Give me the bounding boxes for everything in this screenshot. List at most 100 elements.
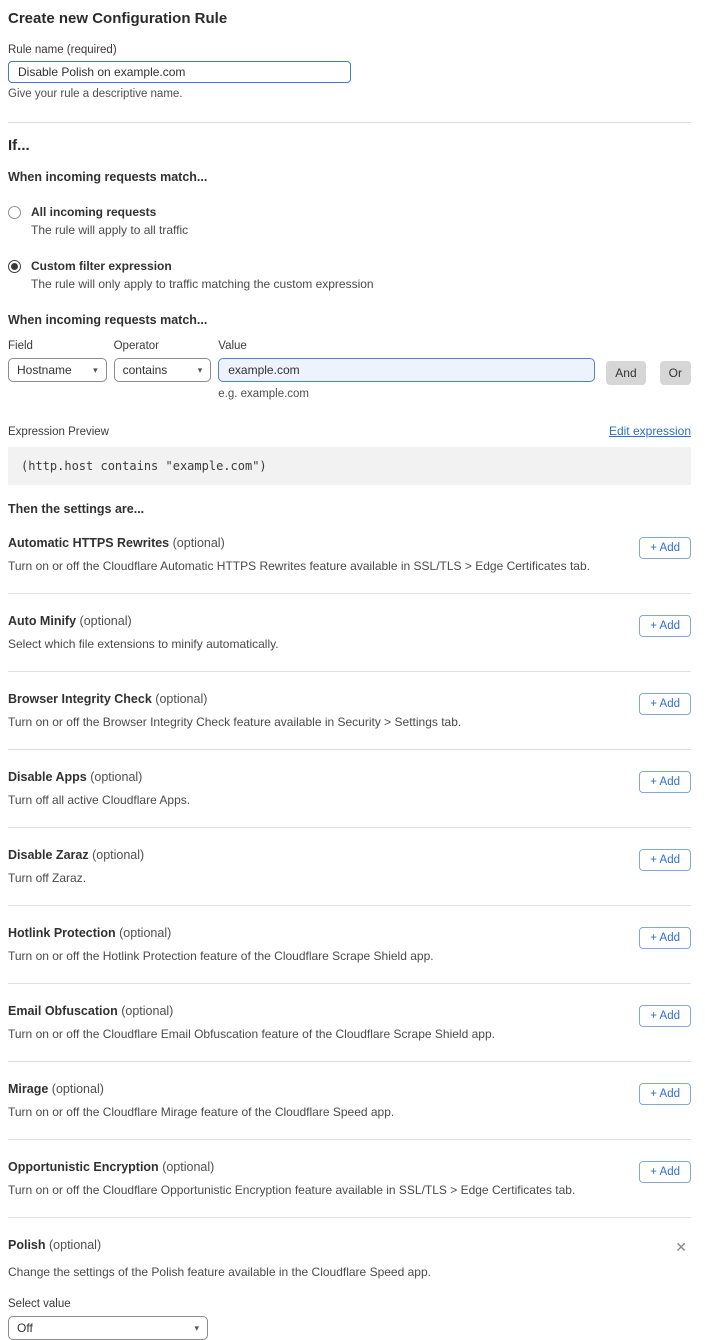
field-label: Field	[8, 340, 107, 352]
divider	[8, 593, 691, 594]
radio-label: Custom filter expression	[31, 259, 374, 273]
setting-optional-tag: (optional)	[80, 614, 132, 628]
setting-name: Automatic HTTPS Rewrites	[8, 536, 169, 550]
operator-select[interactable]: contains ▾	[114, 358, 212, 382]
add-setting-button[interactable]: + Add	[639, 771, 691, 793]
radio-custom-filter-expression[interactable]: Custom filter expression The rule will o…	[8, 259, 691, 291]
divider	[8, 905, 691, 906]
then-settings-heading: Then the settings are...	[8, 502, 691, 516]
setting-row-hotlink-protection: Hotlink Protection (optional) Turn on or…	[8, 926, 691, 963]
setting-row-mirage: Mirage (optional) Turn on or off the Clo…	[8, 1082, 691, 1119]
request-match-radio-group: All incoming requests The rule will appl…	[8, 205, 691, 291]
rule-name-input[interactable]	[8, 61, 351, 83]
divider	[8, 1139, 691, 1140]
divider	[8, 749, 691, 750]
radio-selected-icon[interactable]	[8, 260, 21, 273]
and-button[interactable]: And	[606, 361, 645, 385]
field-select-value: Hostname	[17, 363, 72, 377]
polish-select-value: Off	[17, 1321, 33, 1335]
page-title: Create new Configuration Rule	[8, 10, 691, 27]
field-select[interactable]: Hostname ▾	[8, 358, 107, 382]
setting-row-disable-apps: Disable Apps (optional) Turn off all act…	[8, 770, 691, 807]
setting-row-automatic-https-rewrites: Automatic HTTPS Rewrites (optional) Turn…	[8, 536, 691, 573]
select-value-label: Select value	[8, 1298, 691, 1310]
value-hint: e.g. example.com	[218, 388, 595, 400]
or-button[interactable]: Or	[660, 361, 691, 385]
setting-name: Browser Integrity Check	[8, 692, 152, 706]
rule-name-help: Give your rule a descriptive name.	[8, 88, 691, 100]
setting-row-polish: Polish (optional) ✕ Change the settings …	[8, 1238, 691, 1340]
setting-name: Polish	[8, 1238, 46, 1252]
setting-name: Disable Apps	[8, 770, 87, 784]
add-setting-button[interactable]: + Add	[639, 1005, 691, 1027]
setting-name: Mirage	[8, 1082, 48, 1096]
setting-optional-tag: (optional)	[92, 848, 144, 862]
setting-description: Turn on or off the Cloudflare Mirage fea…	[8, 1105, 394, 1119]
setting-optional-tag: (optional)	[49, 1238, 101, 1252]
setting-row-email-obfuscation: Email Obfuscation (optional) Turn on or …	[8, 1004, 691, 1041]
expression-preview-code: (http.host contains "example.com")	[8, 447, 691, 485]
setting-description: Turn on or off the Cloudflare Automatic …	[8, 559, 590, 573]
setting-name: Opportunistic Encryption	[8, 1160, 159, 1174]
operator-label: Operator	[114, 340, 212, 352]
divider	[8, 122, 691, 123]
setting-description: Turn off all active Cloudflare Apps.	[8, 793, 190, 807]
divider	[8, 1061, 691, 1062]
setting-name: Disable Zaraz	[8, 848, 89, 862]
incoming-requests-match-label: When incoming requests match...	[8, 170, 691, 184]
divider	[8, 671, 691, 672]
setting-description: Turn on or off the Cloudflare Email Obfu…	[8, 1027, 495, 1041]
radio-all-incoming-requests[interactable]: All incoming requests The rule will appl…	[8, 205, 691, 237]
setting-description: Select which file extensions to minify a…	[8, 637, 279, 651]
operator-select-value: contains	[123, 363, 168, 377]
add-setting-button[interactable]: + Add	[639, 693, 691, 715]
add-setting-button[interactable]: + Add	[639, 1161, 691, 1183]
setting-optional-tag: (optional)	[162, 1160, 214, 1174]
add-setting-button[interactable]: + Add	[639, 537, 691, 559]
setting-name: Auto Minify	[8, 614, 76, 628]
setting-row-auto-minify: Auto Minify (optional) Select which file…	[8, 614, 691, 651]
add-setting-button[interactable]: + Add	[639, 615, 691, 637]
setting-optional-tag: (optional)	[173, 536, 225, 550]
expression-preview-header: Expression Preview Edit expression	[8, 424, 691, 438]
divider	[8, 983, 691, 984]
chevron-down-icon: ▾	[198, 366, 203, 375]
if-heading: If...	[8, 137, 691, 154]
value-label: Value	[218, 340, 595, 352]
setting-description: Turn off Zaraz.	[8, 871, 144, 885]
setting-description: Turn on or off the Cloudflare Opportunis…	[8, 1183, 575, 1197]
radio-label: All incoming requests	[31, 205, 188, 219]
add-setting-button[interactable]: + Add	[639, 927, 691, 949]
setting-row-browser-integrity-check: Browser Integrity Check (optional) Turn …	[8, 692, 691, 729]
setting-row-disable-zaraz: Disable Zaraz (optional) Turn off Zaraz.…	[8, 848, 691, 885]
add-setting-button[interactable]: + Add	[639, 849, 691, 871]
close-icon[interactable]: ✕	[671, 1238, 691, 1256]
radio-description: The rule will only apply to traffic matc…	[31, 277, 374, 291]
divider	[8, 827, 691, 828]
setting-optional-tag: (optional)	[90, 770, 142, 784]
radio-unselected-icon[interactable]	[8, 206, 21, 219]
setting-name: Hotlink Protection	[8, 926, 116, 940]
add-setting-button[interactable]: + Add	[639, 1083, 691, 1105]
setting-description: Turn on or off the Browser Integrity Che…	[8, 715, 461, 729]
setting-optional-tag: (optional)	[121, 1004, 173, 1018]
setting-description: Change the settings of the Polish featur…	[8, 1265, 691, 1279]
chevron-down-icon: ▾	[93, 366, 98, 375]
create-configuration-rule-page: Create new Configuration Rule Rule name …	[0, 0, 705, 1340]
expression-preview-label: Expression Preview	[8, 426, 109, 438]
divider	[8, 1217, 691, 1218]
radio-description: The rule will apply to all traffic	[31, 223, 188, 237]
rule-name-label: Rule name (required)	[8, 44, 691, 56]
value-input[interactable]	[218, 358, 595, 382]
polish-value-select[interactable]: Off ▾	[8, 1316, 208, 1340]
setting-optional-tag: (optional)	[52, 1082, 104, 1096]
setting-description: Turn on or off the Hotlink Protection fe…	[8, 949, 434, 963]
setting-optional-tag: (optional)	[155, 692, 207, 706]
expression-builder-match-label: When incoming requests match...	[8, 313, 691, 327]
chevron-down-icon: ▾	[194, 1324, 199, 1333]
condition-row: Field Hostname ▾ Operator contains ▾ Val…	[8, 340, 691, 400]
setting-row-opportunistic-encryption: Opportunistic Encryption (optional) Turn…	[8, 1160, 691, 1197]
setting-name: Email Obfuscation	[8, 1004, 118, 1018]
edit-expression-link[interactable]: Edit expression	[609, 424, 691, 438]
setting-optional-tag: (optional)	[119, 926, 171, 940]
